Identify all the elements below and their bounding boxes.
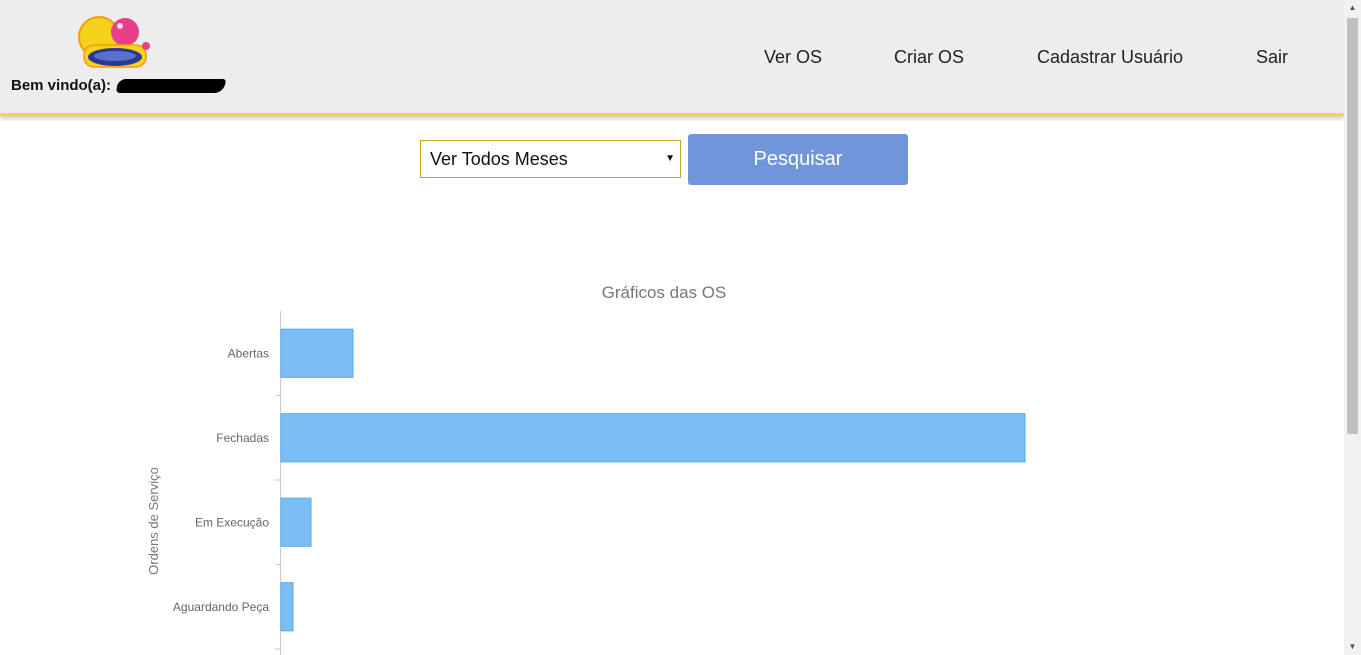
month-select[interactable]: Ver Todos Meses ▼ [420, 140, 681, 178]
chart-title: Gráficos das OS [602, 283, 727, 302]
month-select-value: Ver Todos Meses [430, 149, 568, 169]
chart-category-label: Em Execução [195, 515, 269, 529]
header: Bem vindo(a): Ver OS Criar OS Cadastrar … [0, 0, 1344, 116]
nav-ver-os[interactable]: Ver OS [764, 47, 822, 68]
vertical-scrollbar[interactable]: ▲ ▼ [1344, 0, 1361, 655]
chart-bar [280, 328, 354, 378]
scroll-up-icon[interactable]: ▲ [1344, 0, 1361, 16]
sol-neve-logo [78, 16, 150, 68]
search-button[interactable]: Pesquisar [688, 134, 908, 185]
chart-bar [280, 413, 1026, 463]
page: Bem vindo(a): Ver OS Criar OS Cadastrar … [0, 0, 1361, 655]
chart-y-axis-label: Ordens de Serviço [146, 467, 161, 575]
nav-criar-os[interactable]: Criar OS [894, 47, 964, 68]
chart-bar [280, 582, 294, 632]
welcome-message: Bem vindo(a): [11, 77, 226, 94]
scroll-down-icon[interactable]: ▼ [1344, 639, 1361, 655]
redacted-username [116, 78, 226, 93]
nav-cadastrar-usuario[interactable]: Cadastrar Usuário [1037, 47, 1183, 68]
chart-category-label: Aguardando Peça [173, 600, 269, 614]
scrollbar-thumb[interactable] [1347, 18, 1358, 434]
chart-bar [280, 497, 312, 547]
chart-category-label: Fechadas [216, 431, 269, 445]
chart-category-label: Abertas [228, 346, 269, 360]
nav-sair[interactable]: Sair [1256, 47, 1288, 68]
dropdown-arrow-icon: ▼ [665, 153, 675, 164]
welcome-label: Bem vindo(a): [11, 77, 112, 94]
